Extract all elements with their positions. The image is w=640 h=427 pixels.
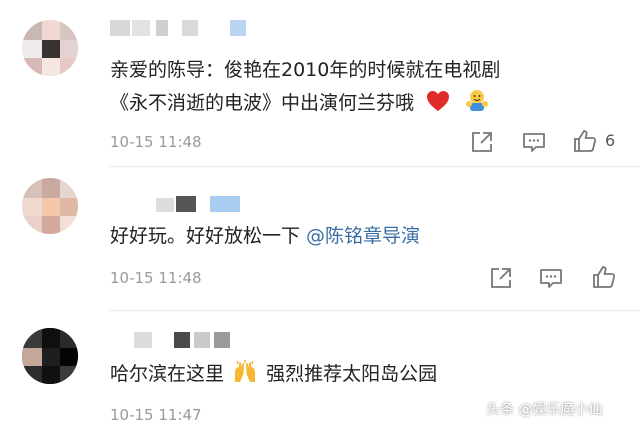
comment-time: 10-15 11:48: [110, 133, 202, 151]
like-count: 6: [605, 131, 616, 150]
comment-icon[interactable]: [538, 265, 564, 291]
comment-text: 好好玩。好好放松一下 @陈铭章导演: [110, 220, 420, 252]
comment-icon[interactable]: [521, 129, 547, 155]
comment-text-plain: 好好玩。好好放松一下: [110, 225, 307, 247]
watermark: 头条 @娱乐魔小仙: [486, 402, 603, 418]
comment-text-part-2: 强烈推荐太阳岛公园: [266, 363, 438, 385]
comment-text-line-2: 《永不消逝的电波》中出演何兰芬哦: [110, 87, 490, 123]
comment-text-part-1: 哈尔滨在这里: [110, 363, 225, 385]
share-icon[interactable]: [469, 129, 495, 155]
share-icon[interactable]: [488, 265, 514, 291]
avatar[interactable]: [22, 178, 78, 234]
thumbs-up-icon[interactable]: [572, 128, 598, 154]
thumbs-up-icon[interactable]: [591, 264, 617, 290]
avatar[interactable]: [22, 20, 78, 76]
comment-item: 亲爱的陈导：俊艳在2010年的时候就在电视剧 《永不消逝的电波》中出演何兰芬哦 …: [0, 0, 640, 170]
divider: [108, 310, 640, 311]
divider: [108, 166, 640, 167]
raising-hands-emoji: [232, 360, 258, 394]
red-heart-emoji: [426, 90, 450, 122]
comment-text: 亲爱的陈导：俊艳在2010年的时候就在电视剧: [110, 59, 501, 81]
comment-time: 10-15 11:47: [110, 406, 202, 424]
comment-time: 10-15 11:48: [110, 269, 202, 287]
username[interactable]: [110, 332, 240, 350]
comment-text: 哈尔滨在这里 强烈推荐太阳岛公园: [110, 358, 437, 394]
avatar[interactable]: [22, 328, 78, 384]
username[interactable]: [110, 196, 240, 214]
comment-item: 好好玩。好好放松一下 @陈铭章导演 10-15 11:48: [0, 170, 640, 310]
comment-text-continued: 《永不消逝的电波》中出演何兰芬哦: [110, 92, 415, 114]
username[interactable]: [110, 20, 250, 38]
mention-link[interactable]: @陈铭章导演: [306, 225, 420, 247]
hug-emoji: [464, 87, 490, 123]
